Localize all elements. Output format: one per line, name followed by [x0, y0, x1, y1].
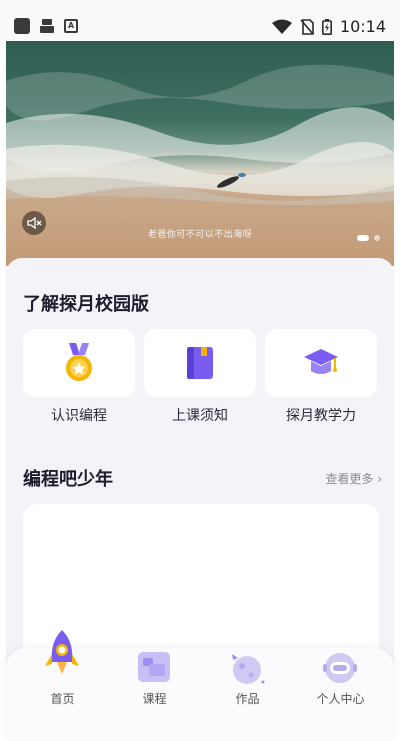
no-sim-icon — [300, 18, 314, 35]
rocket-icon — [45, 630, 79, 674]
astronaut-icon — [323, 653, 357, 683]
card-label: 上课须知 — [172, 408, 228, 424]
stack-notification-icon — [40, 19, 54, 33]
about-section-title: 了解探月校园版 — [23, 294, 149, 315]
wifi-icon — [271, 19, 292, 34]
clock: 10:14 — [339, 17, 386, 36]
app-notification-icon — [14, 18, 30, 34]
card-teaching-power[interactable]: 探月教学力 — [265, 329, 377, 425]
book-icon — [187, 347, 213, 379]
card-box — [265, 329, 377, 397]
graduation-cap-icon — [304, 349, 338, 374]
status-system: 10:14 — [271, 17, 386, 36]
card-box — [23, 329, 135, 397]
card-class-notes[interactable]: 上课须知 — [144, 329, 256, 425]
carousel-dot — [374, 235, 380, 241]
program-section-title: 编程吧少年 — [23, 469, 113, 490]
tab-label: 个人中心 — [316, 692, 365, 706]
tab-label: 课程 — [142, 692, 167, 706]
carousel-indicator — [357, 235, 380, 241]
card-label: 探月教学力 — [286, 408, 356, 424]
card-learn-programming[interactable]: 认识编程 — [23, 329, 135, 425]
planet-icon — [232, 654, 265, 684]
card-box — [144, 329, 256, 397]
see-more-link[interactable]: 查看更多 › — [325, 470, 382, 487]
card-label: 认识编程 — [51, 408, 107, 424]
medal-icon — [66, 343, 92, 381]
hero-caption: 老爸你可不可以不出海呀 — [147, 230, 253, 240]
bottom-tab-bar: 首页 课程 作品 个人中心 — [6, 630, 394, 741]
hero-banner[interactable]: 老爸你可不可以不出海呀 — [6, 41, 394, 266]
status-bar: A 10:14 — [0, 0, 400, 40]
status-notifications: A — [14, 18, 78, 34]
carousel-dot-active — [357, 235, 369, 241]
battery-icon — [321, 18, 332, 35]
course-icon — [138, 652, 170, 682]
tab-label: 首页 — [50, 692, 75, 706]
tab-label: 作品 — [235, 692, 260, 706]
feature-cards: 认识编程 上课须知 探月教学力 — [23, 329, 377, 425]
font-notification-icon: A — [64, 19, 78, 33]
